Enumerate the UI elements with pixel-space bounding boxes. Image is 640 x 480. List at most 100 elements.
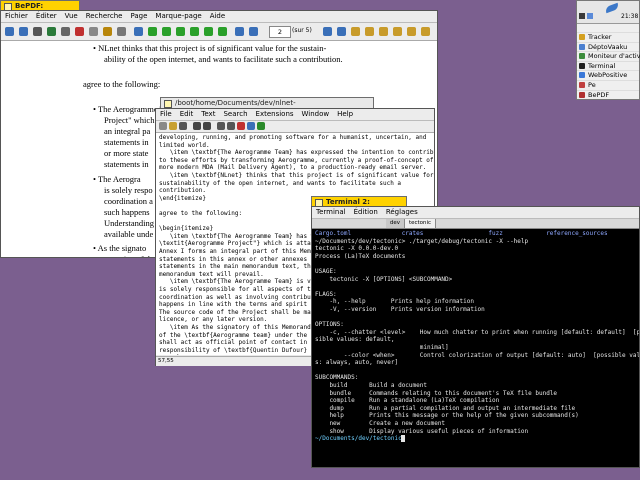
menu-item-pdf-6[interactable]: Aide bbox=[206, 12, 229, 20]
terminal-tab-tectonic[interactable]: tectonic bbox=[405, 219, 436, 228]
deskbar-app-6[interactable]: BePDF bbox=[577, 89, 639, 99]
menu-item-pdf-1[interactable]: Éditer bbox=[32, 12, 61, 20]
print-icon[interactable] bbox=[33, 27, 42, 36]
menu-item-terminal-0[interactable]: Terminal bbox=[312, 208, 350, 216]
editor-window-tab[interactable]: /boot/home/Documents/dev/nlnet-aerogramm… bbox=[160, 97, 374, 118]
terminal-line: minimal] bbox=[315, 344, 449, 351]
page-count-label: (sur 5) bbox=[292, 27, 312, 34]
clock[interactable]: 21:38 bbox=[621, 13, 638, 20]
editor-text-line: any changes. bbox=[159, 354, 202, 355]
save-icon[interactable] bbox=[179, 122, 187, 130]
reload-icon[interactable] bbox=[19, 27, 28, 36]
new-file-icon[interactable] bbox=[159, 122, 167, 130]
bookmark-icon[interactable] bbox=[237, 122, 245, 130]
app-icon bbox=[579, 72, 585, 79]
terminal-line: s: always, auto, never] bbox=[315, 359, 399, 367]
info-icon[interactable] bbox=[247, 122, 255, 130]
bookmark-icon[interactable] bbox=[75, 27, 84, 36]
editor-text-line: coordination as well as involving contri… bbox=[159, 293, 326, 301]
rotate-back-icon[interactable] bbox=[393, 27, 402, 36]
menu-item-terminal-2[interactable]: Réglages bbox=[382, 208, 422, 216]
terminal-line: help Prints this message or the help of … bbox=[315, 412, 579, 420]
find-icon[interactable] bbox=[61, 27, 70, 36]
font-icon[interactable] bbox=[193, 122, 201, 130]
search-icon[interactable] bbox=[407, 27, 416, 36]
page-number-field[interactable]: 2 bbox=[269, 26, 291, 38]
deskbar-app-2[interactable]: Moniteur d'activité bbox=[577, 51, 640, 61]
next-page-icon[interactable] bbox=[204, 27, 213, 36]
history-forward-icon[interactable] bbox=[249, 27, 258, 36]
terminal-line: Process (La)TeX documents bbox=[315, 252, 406, 260]
menu-item-pdf-4[interactable]: Page bbox=[126, 12, 151, 20]
terminal-line: dump Run a partial compilation and outpu… bbox=[315, 404, 576, 412]
menu-item-terminal-1[interactable]: Édition bbox=[350, 208, 382, 216]
last-page-icon[interactable] bbox=[218, 27, 227, 36]
menu-item-pdf-0[interactable]: Fichier bbox=[1, 12, 32, 20]
deskbar-app-4[interactable]: WebPositive bbox=[577, 70, 639, 79]
menu-item-editor-6[interactable]: Help bbox=[333, 110, 357, 118]
menu-item-editor-1[interactable]: Edit bbox=[176, 110, 198, 118]
menu-item-pdf-2[interactable]: Vue bbox=[61, 12, 82, 20]
deskbar-app-label: Moniteur d'activité bbox=[588, 52, 640, 61]
deskbar-logo[interactable]: 21:38 bbox=[577, 1, 639, 24]
deskbar-app-3[interactable]: Terminal bbox=[577, 60, 639, 70]
open-file-icon[interactable] bbox=[169, 122, 177, 130]
editor-text-line: of the \textbf{Aerogramme team} under th… bbox=[159, 331, 333, 339]
first-page-icon[interactable] bbox=[148, 27, 157, 36]
editor-text-line: licence, or any later version. bbox=[159, 316, 268, 324]
deskbar-app-label: Terminal bbox=[588, 61, 616, 70]
rotate-icon[interactable] bbox=[379, 27, 388, 36]
close-box-icon[interactable] bbox=[164, 100, 172, 108]
save-icon[interactable] bbox=[47, 27, 56, 36]
terminal-line: bundle Commands relating to this documen… bbox=[315, 389, 558, 397]
find-icon[interactable] bbox=[217, 122, 225, 130]
terminal-line: show Display various useful pieces of in… bbox=[315, 427, 529, 435]
menu-item-editor-5[interactable]: Window bbox=[298, 110, 334, 118]
terminal-line: -c, --chatter <level> How much chatter t… bbox=[315, 328, 639, 336]
fullscreen-icon[interactable] bbox=[117, 27, 126, 36]
pdf-text-line: available unde bbox=[104, 229, 154, 239]
bold-icon[interactable] bbox=[203, 122, 211, 130]
deskbar-app-label: BePDF bbox=[588, 90, 610, 99]
page-icon[interactable] bbox=[134, 27, 143, 36]
editor-text-line: \end{itemize} bbox=[159, 194, 206, 202]
info-icon[interactable] bbox=[103, 27, 112, 36]
editor-text-line: sustainability of the open internet, and… bbox=[159, 179, 402, 187]
copy-icon[interactable] bbox=[89, 27, 98, 36]
pdf-text-line: coordination a bbox=[104, 196, 153, 206]
tray-icon[interactable] bbox=[579, 13, 585, 19]
menu-item-editor-3[interactable]: Search bbox=[219, 110, 251, 118]
back-icon[interactable] bbox=[176, 27, 185, 36]
editor-text-line: \item \textbf{The Aerogramme Team} has e… bbox=[159, 149, 434, 157]
menu-item-pdf-3[interactable]: Recherche bbox=[82, 12, 127, 20]
history-back-icon[interactable] bbox=[235, 27, 244, 36]
menu-item-editor-2[interactable]: Text bbox=[197, 110, 219, 118]
open-icon[interactable] bbox=[5, 27, 14, 36]
terminal-tab-dev[interactable]: dev bbox=[386, 219, 405, 228]
pdf-text-line: sentative of th bbox=[104, 254, 152, 257]
terminal-line: build Build a document bbox=[315, 382, 427, 389]
terminal-output[interactable]: Cargo.toml crates fuzz reference_sources… bbox=[312, 229, 639, 467]
replace-icon[interactable] bbox=[227, 122, 235, 130]
menu-item-editor-4[interactable]: Extensions bbox=[252, 110, 298, 118]
editor-text-line: The source code of the Project shall be … bbox=[159, 308, 329, 316]
menu-item-editor-0[interactable]: File bbox=[156, 110, 176, 118]
menu-item-pdf-5[interactable]: Marque-page bbox=[151, 12, 205, 20]
terminal-line: --color <when> Control colorization of o… bbox=[315, 351, 639, 359]
zoom-out-icon[interactable] bbox=[337, 27, 346, 36]
fit-page-icon[interactable] bbox=[351, 27, 360, 36]
zoom-in-icon[interactable] bbox=[323, 27, 332, 36]
pdf-text-line: • The Aerogra bbox=[93, 174, 141, 184]
deskbar-app-0[interactable]: Tracker bbox=[577, 32, 639, 41]
settings-icon[interactable] bbox=[421, 27, 430, 36]
editor-text-line: \textit{Aerogramme Project"} which is at… bbox=[159, 240, 326, 248]
run-icon[interactable] bbox=[257, 122, 265, 130]
tray-icon[interactable] bbox=[587, 13, 593, 19]
terminal-line: sible values: default, bbox=[315, 336, 395, 344]
terminal-line: tectonic -X [OPTIONS] <SUBCOMMAND> bbox=[315, 275, 453, 283]
prev-page-icon[interactable] bbox=[162, 27, 171, 36]
forward-icon[interactable] bbox=[190, 27, 199, 36]
deskbar-app-5[interactable]: Pe bbox=[577, 80, 639, 89]
deskbar-app-1[interactable]: DéptoVaaku bbox=[577, 41, 639, 51]
fit-width-icon[interactable] bbox=[365, 27, 374, 36]
